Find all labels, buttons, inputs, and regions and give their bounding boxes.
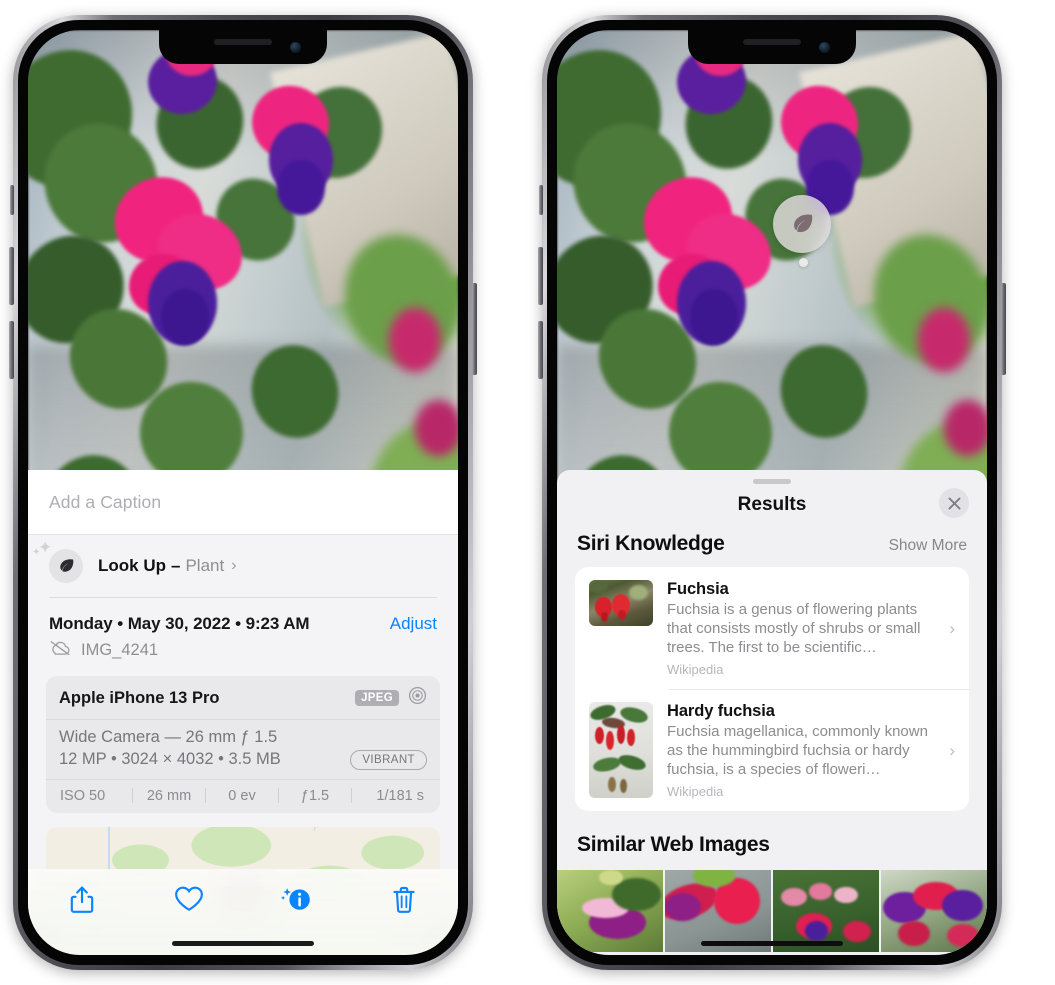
exif-card[interactable]: Apple iPhone 13 Pro JPEG Wide Camera — 2… [46,676,440,813]
knowledge-item[interactable]: Fuchsia Fuchsia is a genus of flowering … [575,567,969,689]
earpiece-speaker [214,39,272,45]
screen-right: Results Siri Knowledge Show More Fuchsia… [557,30,987,955]
chevron-right-icon: › [949,740,955,760]
similar-web-images-strip[interactable] [557,870,987,953]
knowledge-source: Wikipedia [667,784,724,800]
photographic-style-badge: VIBRANT [350,750,427,770]
exif-stat-focal: 26 mm [146,787,192,804]
volume-up-button[interactable] [9,247,14,305]
share-button[interactable] [58,885,106,915]
similar-image-4[interactable] [881,870,987,953]
fuchsia-red-thumb [589,580,653,626]
knowledge-title: Fuchsia [667,580,729,598]
caption-placeholder: Add a Caption [49,492,162,512]
look-up-title: Look Up [98,556,166,575]
look-up-label: Look Up – Plant › [98,556,237,576]
iphone-left: Add a Caption ✦ ✦ Look Up – Plant › Mond… [9,15,477,970]
leaf-icon [794,214,813,233]
show-more-button[interactable]: Show More [889,537,967,555]
similar-web-images-header: Similar Web Images [557,811,987,868]
chevron-right-icon: › [949,618,955,638]
siri-knowledge-header: Siri Knowledge Show More [557,532,987,567]
icloud-slash-icon [49,640,71,661]
siri-knowledge-card: Fuchsia Fuchsia is a genus of flowering … [575,567,969,812]
knowledge-item[interactable]: Hardy fuchsia Fuchsia magellanica, commo… [575,689,969,811]
exif-header: Apple iPhone 13 Pro JPEG [46,676,440,720]
chevron-right-icon: › [231,557,237,574]
look-up-kind: Plant [185,556,225,575]
results-title: Results [737,494,807,515]
adjust-button[interactable]: Adjust [390,614,437,634]
results-sheet: Results Siri Knowledge Show More Fuchsia… [557,470,987,955]
knowledge-text: Hardy fuchsia Fuchsia magellanica, commo… [667,702,949,799]
exif-stat-aperture: ƒ1.5 [300,787,330,804]
sparkle-icon-small: ✦ [32,547,41,558]
close-button[interactable] [939,488,969,518]
earpiece-speaker [743,39,801,45]
similar-image-3[interactable] [773,870,879,953]
screen-left: Add a Caption ✦ ✦ Look Up – Plant › Mond… [28,30,458,955]
exif-stats-row: ISO 50 26 mm 0 ev ƒ1.5 1/181 s [46,780,440,813]
results-header: Results [557,484,987,532]
home-indicator[interactable] [172,941,314,946]
knowledge-text: Fuchsia Fuchsia is a genus of flowering … [667,580,949,677]
file-name: IMG_4241 [81,641,159,659]
info-button[interactable] [273,885,321,915]
leaf-icon: ✦ ✦ [32,539,83,583]
exif-stat-ev: 0 ev [228,787,256,804]
volume-down-button[interactable] [538,321,543,379]
similar-image-2[interactable] [665,870,771,953]
section-title: Similar Web Images [577,833,770,857]
aperture-icon [408,686,427,710]
knowledge-title: Hardy fuchsia [667,702,775,721]
visual-look-up-anchor-dot [799,258,808,267]
delete-button[interactable] [380,885,428,915]
notch [159,30,327,64]
look-up-row[interactable]: ✦ ✦ Look Up – Plant › [28,535,458,598]
iphone-right: Results Siri Knowledge Show More Fuchsia… [538,15,1006,970]
front-camera [290,42,301,53]
hardy-fuchsia-thumb [589,702,653,799]
volume-down-button[interactable] [9,321,14,379]
knowledge-source: Wikipedia [667,662,724,678]
exif-header-badges: JPEG [355,686,427,710]
image-specs: 12 MP • 3024 × 4032 • 3.5 MB [59,750,281,769]
exif-details: Wide Camera — 26 mm ƒ 1.5 12 MP • 3024 ×… [46,720,440,780]
exif-stat-shutter: 1/181 s [376,787,424,804]
info-body: ✦ ✦ Look Up – Plant › Monday • May 30, 2… [28,535,458,919]
notch [688,30,856,64]
device-bezel: Add a Caption ✦ ✦ Look Up – Plant › Mond… [18,20,468,965]
caption-field[interactable]: Add a Caption [28,470,458,535]
front-camera [819,42,830,53]
volume-up-button[interactable] [538,247,543,305]
mute-switch[interactable] [10,185,14,215]
date-row: Monday • May 30, 2022 • 9:23 AM Adjust [28,598,458,634]
format-badge: JPEG [355,689,399,707]
knowledge-description: Fuchsia is a genus of flowering plants t… [667,601,921,657]
visual-look-up-badge[interactable] [773,195,831,253]
mute-switch[interactable] [539,185,543,215]
screenshot-stage: Add a Caption ✦ ✦ Look Up – Plant › Mond… [0,0,1055,985]
exif-stat-iso: ISO 50 [60,787,106,804]
exif-spec-row: 12 MP • 3024 × 4032 • 3.5 MB VIBRANT [59,750,427,770]
power-button[interactable] [1001,283,1006,375]
close-icon [948,497,960,509]
home-indicator[interactable] [701,941,843,946]
similar-image-1[interactable] [557,870,663,953]
file-row: IMG_4241 [28,634,458,676]
photo-date: Monday • May 30, 2022 • 9:23 AM [49,614,310,633]
device-bezel: Results Siri Knowledge Show More Fuchsia… [547,20,997,965]
lens-info: Wide Camera — 26 mm ƒ 1.5 [59,728,278,746]
knowledge-description: Fuchsia magellanica, commonly known as t… [667,723,928,779]
section-title: Siri Knowledge [577,532,725,555]
power-button[interactable] [472,283,477,375]
camera-model: Apple iPhone 13 Pro [59,688,220,707]
favorite-button[interactable] [165,885,213,912]
look-up-dash: – [171,556,181,575]
